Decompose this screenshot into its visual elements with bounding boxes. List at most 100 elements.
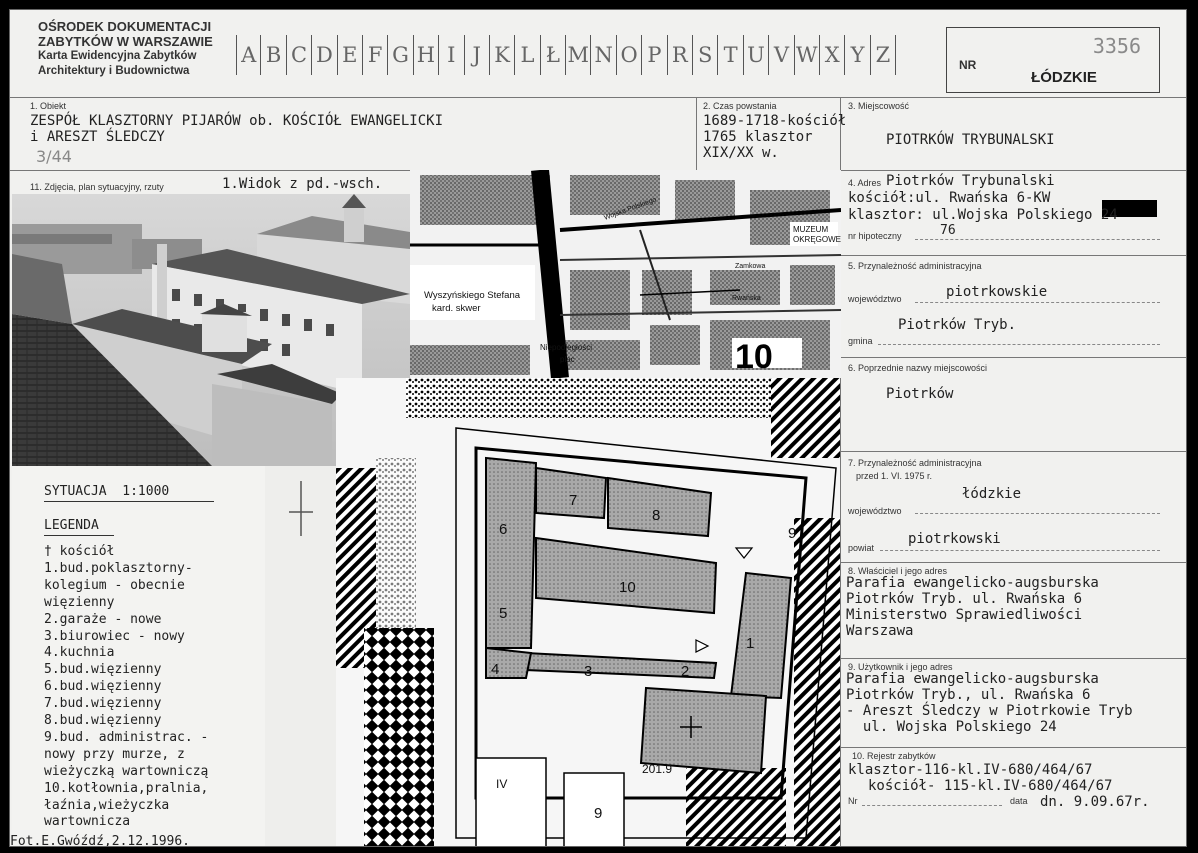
field-7-sub: przed 1. VI. 1975 r. xyxy=(856,471,933,481)
alphabet-letter: B xyxy=(261,35,287,75)
alphabet-letter: J xyxy=(465,35,490,75)
field-7-label: 7. Przynależność administracyjna xyxy=(848,458,982,468)
divider-f7 xyxy=(840,562,1186,563)
map-label-museum-2: OKRĘGOWE xyxy=(793,235,841,244)
hipo-value: 76 xyxy=(940,223,956,238)
legend-item: 5.bud.więzienny xyxy=(44,662,162,678)
legend-panel: SYTUACJA 1:1000 LEGENDA † kościół 1.bud.p… xyxy=(10,466,265,846)
plan-number-2: 2 xyxy=(681,663,689,680)
alphabet-letter: E xyxy=(338,35,363,75)
legend-item: wieżyczką wartowniczą xyxy=(44,763,209,779)
header-divider xyxy=(10,97,1186,98)
alphabet-letter: W xyxy=(795,35,820,75)
institution-line-4: Architektury i Budownictwa xyxy=(38,65,190,77)
alphabet-letter: R xyxy=(668,35,694,75)
field-9-line-1: Parafia ewangelicko-augsburska xyxy=(846,671,1099,687)
alphabet-letter: U xyxy=(744,35,770,75)
site-plan-svg: 1 2 3 4 5 6 7 8 9 10 IV 9 201.9 xyxy=(336,378,840,846)
legend-item: 8.bud.więzienny xyxy=(44,713,162,728)
voivodeship-stamp: ŁÓDZKIE xyxy=(1031,69,1097,86)
divider-f8 xyxy=(840,658,1186,659)
legend-title-underline xyxy=(44,501,214,502)
legend-side-strip xyxy=(265,466,336,846)
institution-line-1: OŚRODEK DOKUMENTACJI xyxy=(38,19,212,34)
field-10-line-3: dn. 9.09.67r. xyxy=(1040,794,1150,810)
field-10-line-1: klasztor-116-kl.IV-680/464/67 xyxy=(848,762,1093,778)
divider-f5 xyxy=(840,357,1186,358)
alphabet-letter: L xyxy=(515,35,541,75)
field-4-line-1: Piotrków Trybunalski xyxy=(886,173,1055,189)
plan-number-9b: 9 xyxy=(594,805,602,822)
field-4-line-3: klasztor: ul.Wojska Polskiego 24 xyxy=(848,207,1118,223)
field-9-line-2: Piotrków Tryb., ul. Rwańska 6 xyxy=(846,687,1091,703)
field-4-label: 4. Adres xyxy=(848,178,882,188)
field-8-line-1: Parafia ewangelicko-augsburska xyxy=(846,575,1099,591)
legend-subtitle: LEGENDA xyxy=(44,518,99,533)
alphabet-letter: C xyxy=(287,35,313,75)
field-1-line-1: ZESPÓŁ KLASZTORNY PIJARÓW ob. KOŚCIÓŁ EW… xyxy=(30,113,444,129)
field-2-line-2: 1765 klasztor xyxy=(703,129,813,145)
plan-number-4: 4 xyxy=(491,661,499,678)
alphabet-letter: G xyxy=(388,35,414,75)
alphabet-letter: Ł xyxy=(541,35,567,75)
location-map: Wyszyńskiego Stefana kard. skwer Niepodl… xyxy=(410,170,841,378)
field-2-line-3: XIX/XX w. xyxy=(703,145,779,161)
map-label-museum: MUZEUM xyxy=(793,225,828,234)
plan-number-5: 5 xyxy=(499,605,507,622)
map-label-plac: plac xyxy=(560,355,575,364)
field-6-value: Piotrków xyxy=(886,386,954,402)
field-5-gmina-value: Piotrków Tryb. xyxy=(898,317,1017,333)
field-5-woj-value: piotrkowskie xyxy=(946,284,1048,300)
legend-item: 2.garaże - nowe xyxy=(44,611,162,627)
plan-number-iv: IV xyxy=(496,777,507,791)
field-11-value: 1.Widok z pd.-wsch. xyxy=(222,176,383,192)
alphabet-letter: S xyxy=(693,35,719,75)
divider-f9 xyxy=(840,747,1186,748)
alphabet-letter: A xyxy=(236,35,262,75)
divider-f6 xyxy=(840,451,1186,452)
field-10-label: 10. Rejestr zabytków xyxy=(852,751,936,761)
nr-label: NR xyxy=(959,58,977,72)
legend-item: 4.kuchnia xyxy=(44,645,115,661)
field-7-woj-line xyxy=(915,513,1160,514)
north-arrow-icon xyxy=(289,481,313,536)
field-1-label: 1. Obiekt xyxy=(30,101,67,111)
alphabet-letter: X xyxy=(820,35,846,75)
plan-number-3: 3 xyxy=(584,663,592,680)
location-map-svg: Wyszyńskiego Stefana kard. skwer Niepodl… xyxy=(410,170,841,378)
field-7-powiat-label: powiat xyxy=(848,543,875,553)
alphabet-letter: T xyxy=(718,35,744,75)
field-6-label: 6. Poprzednie nazwy miejscowości xyxy=(848,363,988,373)
map-label-rwanska: Rwańska xyxy=(732,295,761,302)
field-8-line-3: Ministerstwo Sprawiedliwości xyxy=(846,607,1083,623)
map-label-zamkowa: Zamkowa xyxy=(735,263,765,270)
map-label-street: Wyszyńskiego Stefana xyxy=(424,290,521,301)
legend-item: 1.bud.poklasztorny- xyxy=(44,560,193,576)
field-5-woj-label: województwo xyxy=(848,294,902,304)
legend-item: 7.bud.więzienny xyxy=(44,696,162,712)
field-10-line-2: kościół- 115-kl.IV-680/464/67 xyxy=(868,778,1113,794)
field-7-woj-label: województwo xyxy=(848,506,902,516)
legend-subtitle-underline xyxy=(44,535,114,536)
field-10-nr-line xyxy=(862,805,1002,806)
legend-item: 6.bud.więzienny xyxy=(44,679,162,695)
field-5-gmina-label: gmina xyxy=(848,336,873,346)
plan-number-9: 9 xyxy=(788,525,796,542)
field-2-label: 2. Czas powstania xyxy=(703,101,777,111)
field-1-pencil-note: 3/44 xyxy=(36,147,72,166)
institution-block: OŚRODEK DOKUMENTACJI ZABYTKÓW W WARSZAWI… xyxy=(10,10,234,96)
alphabet-letter: P xyxy=(642,35,668,75)
field-10-data-label: data xyxy=(1010,796,1028,806)
legend-item: 9.bud. administrac. - xyxy=(44,729,209,745)
field-2-line-1: 1689-1718-kościół xyxy=(703,113,847,129)
field-9-line-4: ul. Wojska Polskiego 24 xyxy=(846,719,1057,735)
legend-item: więzienny xyxy=(44,594,115,610)
legend-item: nowy przy murze, z xyxy=(44,746,185,762)
field-3-label: 3. Miejscowość xyxy=(848,101,910,111)
field-1-line-2: i ARESZT ŚLEDCZY xyxy=(30,129,165,145)
field-8-line-4: Warszawa xyxy=(846,623,914,639)
legend-item: 10.kotłownia,pralnia, xyxy=(44,780,209,796)
divider-f1-f2 xyxy=(696,98,697,170)
field-4-line-2: kościół:ul. Rwańska 6-KW xyxy=(848,190,1051,206)
institution-line-2: ZABYTKÓW W WARSZAWIE xyxy=(38,34,213,49)
